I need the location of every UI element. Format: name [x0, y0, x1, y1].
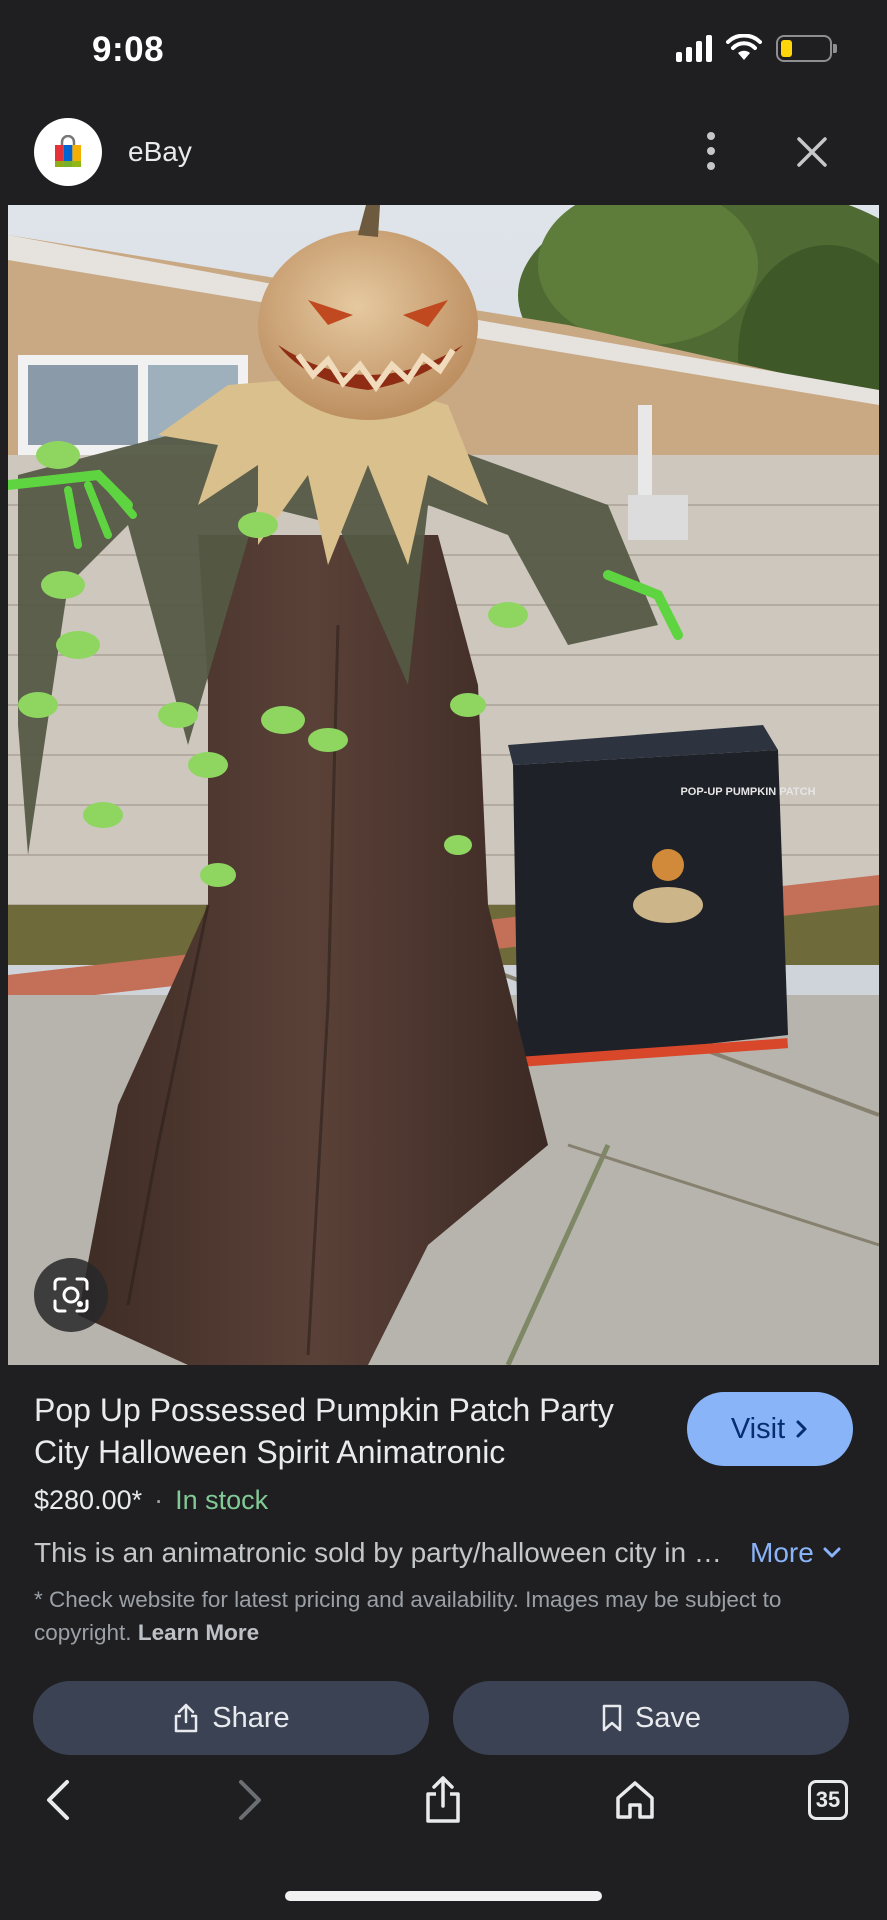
back-icon[interactable] [28, 1770, 88, 1830]
box-label: POP-UP PUMPKIN PATCH [680, 786, 815, 798]
learn-more-link[interactable]: Learn More [138, 1620, 259, 1645]
price-row: $280.00* · In stock [34, 1485, 268, 1516]
result-header: eBay [0, 100, 887, 204]
ebay-bag-icon[interactable] [34, 118, 102, 186]
kebab-menu-icon[interactable] [696, 128, 726, 174]
stock-status: In stock [175, 1485, 269, 1515]
visit-button[interactable]: Visit [687, 1392, 853, 1466]
close-icon[interactable] [790, 130, 834, 174]
chevron-down-icon [823, 1547, 841, 1558]
more-button[interactable]: More [750, 1537, 842, 1569]
description-row: This is an animatronic sold by party/hal… [34, 1533, 854, 1573]
more-label: More [750, 1537, 814, 1568]
save-label: Save [634, 1701, 702, 1734]
tab-count: 35 [808, 1780, 848, 1820]
bookmark-icon [602, 1704, 622, 1732]
forward-icon[interactable] [220, 1770, 280, 1830]
visit-label: Visit [730, 1412, 786, 1445]
status-bar: 9:08 [0, 0, 887, 100]
share-button[interactable]: Share [33, 1681, 429, 1755]
status-time: 9:08 [92, 30, 165, 69]
chevron-right-icon [796, 1420, 807, 1438]
product-title[interactable]: Pop Up Possessed Pumpkin Patch Party Cit… [34, 1389, 674, 1473]
cellular-signal-icon [676, 34, 712, 62]
save-button[interactable]: Save [453, 1681, 849, 1755]
product-description: This is an animatronic sold by party/hal… [34, 1537, 734, 1568]
browser-toolbar: 35 [0, 1770, 887, 1840]
wifi-icon [726, 34, 762, 60]
share-icon [175, 1703, 198, 1733]
site-name[interactable]: eBay [128, 136, 192, 168]
separator-dot: · [154, 1485, 164, 1515]
lens-icon[interactable] [34, 1258, 108, 1332]
battery-icon [776, 34, 837, 62]
product-image[interactable]: POP-UP PUMPKIN PATCH [8, 205, 879, 1365]
share-label: Share [212, 1701, 290, 1734]
scarecrow-photo: POP-UP PUMPKIN PATCH [8, 205, 879, 1365]
status-icons [676, 34, 837, 62]
home-indicator[interactable] [285, 1891, 602, 1901]
tabs-icon[interactable]: 35 [798, 1770, 858, 1830]
home-icon[interactable] [605, 1770, 665, 1830]
product-price: $280.00* [34, 1485, 143, 1515]
disclaimer: * Check website for latest pricing and a… [34, 1583, 854, 1649]
toolbar-share-icon[interactable] [413, 1770, 473, 1830]
